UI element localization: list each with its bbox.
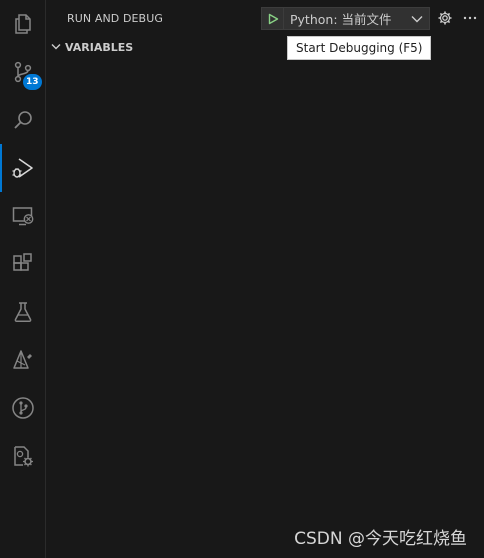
files-icon xyxy=(15,14,31,34)
sidebar-title: RUN AND DEBUG xyxy=(67,12,163,25)
start-debugging-button[interactable] xyxy=(262,8,284,29)
launch-config-select[interactable]: Python: 当前文件 xyxy=(284,8,429,29)
activity-explorer[interactable] xyxy=(0,0,46,48)
remote-explorer-icon xyxy=(12,207,34,226)
activity-run-debug[interactable] xyxy=(0,144,46,192)
chevron-down-icon xyxy=(411,15,423,23)
beaker-icon xyxy=(14,302,32,323)
activity-bar: 13 xyxy=(0,0,46,558)
activity-remote-explorer[interactable] xyxy=(0,192,46,240)
extension-icon xyxy=(13,350,32,369)
ellipsis-icon xyxy=(463,16,477,20)
activity-source-control[interactable]: 13 xyxy=(0,48,46,96)
run-debug-icon xyxy=(12,158,33,178)
search-icon xyxy=(14,111,32,129)
watermark: CSDN @今天吃红烧鱼 xyxy=(294,529,467,549)
debug-config-picker: Python: 当前文件 xyxy=(261,7,430,30)
vscode-window: 13 RUN AND DEBUG Python: 当前文件 VARIABLES … xyxy=(0,0,484,558)
open-launch-json-button[interactable] xyxy=(436,9,454,27)
activity-extensions[interactable] xyxy=(0,240,46,288)
launch-config-label: Python: 当前文件 xyxy=(290,12,392,27)
activity-extension-tree[interactable] xyxy=(0,336,46,384)
activity-testing[interactable] xyxy=(0,288,46,336)
activity-git-graph[interactable] xyxy=(0,384,46,432)
git-graph-icon xyxy=(12,397,34,419)
file-settings-icon xyxy=(14,446,33,467)
chevron-down-icon xyxy=(51,44,61,50)
activity-settings-sync[interactable] xyxy=(0,432,46,480)
variables-section-header[interactable]: VARIABLES xyxy=(50,38,133,56)
start-debugging-tooltip: Start Debugging (F5) xyxy=(287,36,432,60)
variables-section-title: VARIABLES xyxy=(65,40,134,54)
extensions-icon xyxy=(13,253,32,271)
more-actions-button[interactable] xyxy=(461,9,479,27)
activity-search[interactable] xyxy=(0,96,46,144)
gear-icon xyxy=(438,11,452,25)
play-icon xyxy=(268,13,278,24)
source-control-badge: 13 xyxy=(23,74,42,90)
